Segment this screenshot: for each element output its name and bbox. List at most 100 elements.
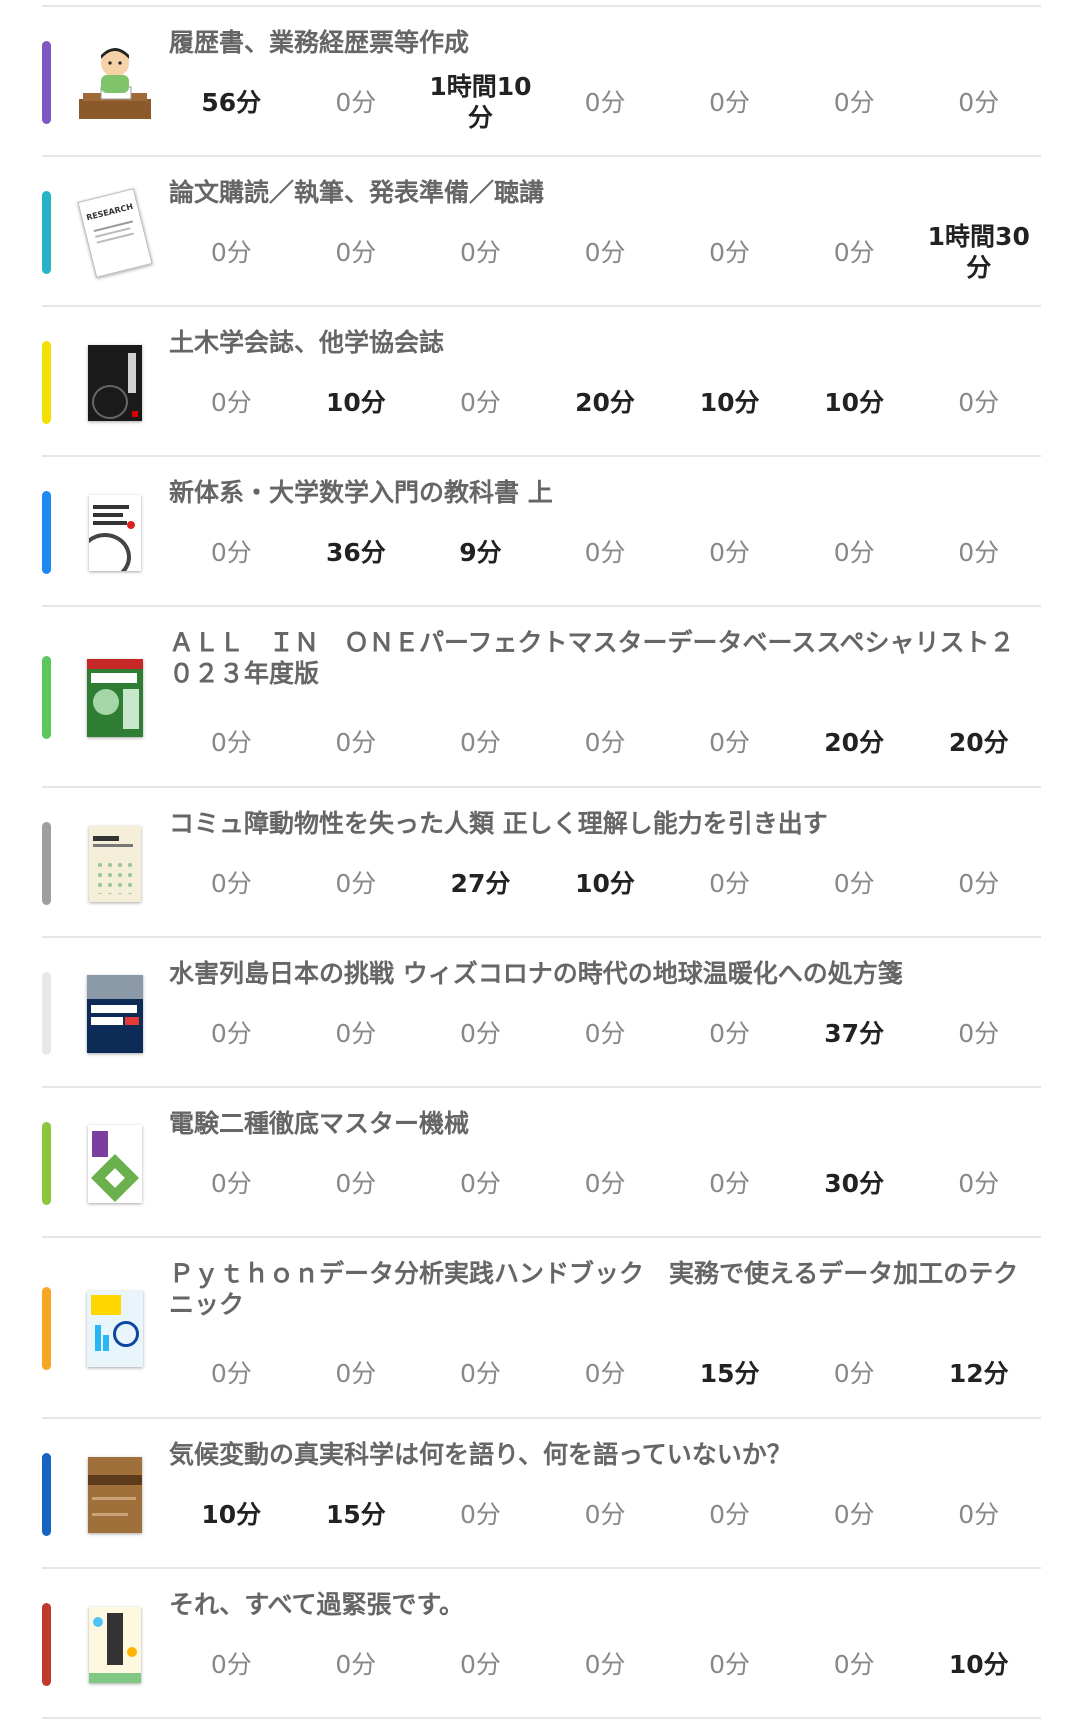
time-value: 0分 bbox=[210, 1018, 252, 1048]
item-title: 気候変動の真実科学は何を語り、何を語っていないか？ bbox=[169, 1440, 792, 1469]
time-value: 0分 bbox=[709, 87, 751, 117]
time-value: 0分 bbox=[584, 237, 626, 267]
time-value: 0分 bbox=[709, 727, 751, 757]
time-value: 9分 bbox=[459, 537, 502, 567]
time-value: 0分 bbox=[335, 87, 377, 117]
list-item[interactable]: RESEARCH 論文購読／執筆、発表準備／聴講 0分 0分 0分 0分 0分 0分 1時間3… bbox=[42, 157, 1041, 307]
item-title: 論文購読／執筆、発表準備／聴講 bbox=[169, 178, 545, 207]
time-value: 10分 bbox=[948, 1649, 1009, 1679]
time-value: 0分 bbox=[210, 537, 252, 567]
time-value: 0分 bbox=[584, 1649, 626, 1679]
time-value: 0分 bbox=[958, 387, 1000, 417]
time-value: 30分 bbox=[824, 1168, 885, 1198]
time-value: 0分 bbox=[958, 868, 1000, 898]
time-value: 0分 bbox=[584, 727, 626, 757]
list-item[interactable]: コミュ障動物性を失った人類 正しく理解し能力を引き出す 0分 0分 27分 10分 0分 0… bbox=[42, 788, 1041, 938]
time-value: 0分 bbox=[833, 1358, 875, 1388]
time-value: 0分 bbox=[335, 1018, 377, 1048]
time-value: 0分 bbox=[833, 1649, 875, 1679]
time-value: 27分 bbox=[450, 868, 511, 898]
time-value: 0分 bbox=[335, 1649, 377, 1679]
category-color-bar bbox=[42, 1287, 51, 1370]
time-value: 0分 bbox=[958, 1168, 1000, 1198]
list-item[interactable]: 電験二種徹底マスター機械 0分 0分 0分 0分 0分 30分 0分 bbox=[42, 1088, 1041, 1238]
time-value: 0分 bbox=[459, 387, 501, 417]
time-value: 0分 bbox=[210, 1649, 252, 1679]
machine-book-cover-icon bbox=[70, 1121, 160, 1207]
time-value: 10分 bbox=[824, 387, 885, 417]
category-color-bar bbox=[42, 656, 51, 739]
time-value: 0分 bbox=[459, 1168, 501, 1198]
time-value: 0分 bbox=[709, 1649, 751, 1679]
time-value: 0分 bbox=[210, 727, 252, 757]
flood-book-cover-icon bbox=[70, 971, 160, 1057]
time-value: 0分 bbox=[459, 237, 501, 267]
category-color-bar bbox=[42, 491, 51, 574]
time-value: 15分 bbox=[699, 1358, 760, 1388]
time-value: 0分 bbox=[335, 727, 377, 757]
time-value: 0分 bbox=[958, 87, 1000, 117]
time-value: 0分 bbox=[335, 237, 377, 267]
climate-book-cover-icon bbox=[70, 1452, 160, 1538]
daily-times: 0分 0分 0分 0分 0分 20分 20分 bbox=[169, 711, 1041, 773]
category-color-bar bbox=[42, 341, 51, 424]
time-value: 10分 bbox=[201, 1499, 262, 1529]
time-value: 0分 bbox=[958, 537, 1000, 567]
category-color-bar bbox=[42, 191, 51, 274]
time-value: 0分 bbox=[210, 868, 252, 898]
time-value: 37分 bbox=[824, 1018, 885, 1048]
communication-book-cover-icon bbox=[70, 821, 160, 907]
daily-times: 0分 0分 0分 0分 0分 0分 10分 bbox=[169, 1633, 1041, 1695]
time-value: 0分 bbox=[210, 237, 252, 267]
time-value: 0分 bbox=[833, 868, 875, 898]
time-value: 10分 bbox=[325, 387, 386, 417]
list-item[interactable]: 水害列島日本の挑戦 ウィズコロナの時代の地球温暖化への処方箋 0分 0分 0分 0分 0分… bbox=[42, 938, 1041, 1088]
time-value: 20分 bbox=[948, 727, 1009, 757]
list-item[interactable]: Ｐｙｔｈｏｎデータ分析実践ハンドブック 実務で使えるデータ加工のテクニック 0分 0… bbox=[42, 1238, 1041, 1419]
daily-times: 0分 0分 0分 0分 0分 0分 1時間30 分 bbox=[169, 221, 1041, 283]
category-color-bar bbox=[42, 1122, 51, 1205]
time-value: 10分 bbox=[575, 868, 635, 898]
math-book-cover-icon bbox=[70, 490, 160, 576]
list-item[interactable]: 履歴書、業務経歴票等作成 56分 0分 1時間10 分 0分 0分 0分 0分 bbox=[42, 7, 1041, 157]
daily-times: 10分 15分 0分 0分 0分 0分 0分 bbox=[169, 1483, 1041, 1545]
category-color-bar bbox=[42, 1603, 51, 1686]
category-color-bar bbox=[42, 1453, 51, 1536]
item-title: それ、すべて過緊張です。 bbox=[169, 1590, 465, 1619]
time-value: 0分 bbox=[459, 1358, 501, 1388]
daily-times: 0分 36分 9分 0分 0分 0分 0分 bbox=[169, 521, 1041, 583]
list-item[interactable]: 土木学会誌、他学協会誌 0分 10分 0分 20分 10分 10分 0分 bbox=[42, 307, 1041, 457]
time-value: 0分 bbox=[958, 1499, 1000, 1529]
time-value: 1時間30 分 bbox=[927, 222, 1030, 282]
time-value: 12分 bbox=[948, 1358, 1009, 1388]
time-value: 36分 bbox=[325, 537, 386, 567]
time-value: 0分 bbox=[709, 537, 751, 567]
item-title: 土木学会誌、他学協会誌 bbox=[169, 328, 445, 357]
item-title: 電験二種徹底マスター機械 bbox=[169, 1109, 470, 1138]
item-title: 新体系・大学数学入門の教科書 上 bbox=[169, 478, 553, 507]
python-book-cover-icon bbox=[70, 1286, 160, 1372]
time-value: 0分 bbox=[335, 1168, 377, 1198]
time-value: 20分 bbox=[575, 387, 635, 417]
time-value: 0分 bbox=[459, 1499, 501, 1529]
database-book-cover-icon bbox=[70, 655, 160, 741]
time-value: 0分 bbox=[584, 87, 626, 117]
item-title: ＡＬＬ ＩＮ ＯＮＥパーフェクトマスターデータベーススペシャリスト２０２３年度版 bbox=[169, 628, 1015, 688]
time-value: 15分 bbox=[325, 1499, 386, 1529]
time-value: 0分 bbox=[709, 868, 751, 898]
list-item[interactable]: 気候変動の真実科学は何を語り、何を語っていないか？ 10分 15分 0分 0分 0分 0分 0… bbox=[42, 1419, 1041, 1569]
list-item[interactable]: 新体系・大学数学入門の教科書 上 0分 36分 9分 0分 0分 0分 0分 bbox=[42, 457, 1041, 607]
time-value: 0分 bbox=[459, 1018, 501, 1048]
time-value: 0分 bbox=[709, 1018, 751, 1048]
list-item[interactable]: それ、すべて過緊張です。 0分 0分 0分 0分 0分 0分 10分 bbox=[42, 1569, 1041, 1719]
list-item[interactable]: ＡＬＬ ＩＮ ＯＮＥパーフェクトマスターデータベーススペシャリスト２０２３年度版… bbox=[42, 607, 1041, 788]
time-value: 0分 bbox=[709, 237, 751, 267]
time-value: 0分 bbox=[833, 87, 875, 117]
category-color-bar bbox=[42, 41, 51, 124]
daily-times: 0分 0分 27分 10分 0分 0分 0分 bbox=[169, 852, 1041, 914]
time-value: 0分 bbox=[335, 1358, 377, 1388]
time-value: 0分 bbox=[958, 1018, 1000, 1048]
study-log-list: 履歴書、業務経歴票等作成 56分 0分 1時間10 分 0分 0分 0分 0分 RESEARC… bbox=[42, 5, 1041, 1719]
time-value: 20分 bbox=[824, 727, 885, 757]
person-writing-icon bbox=[70, 40, 160, 126]
